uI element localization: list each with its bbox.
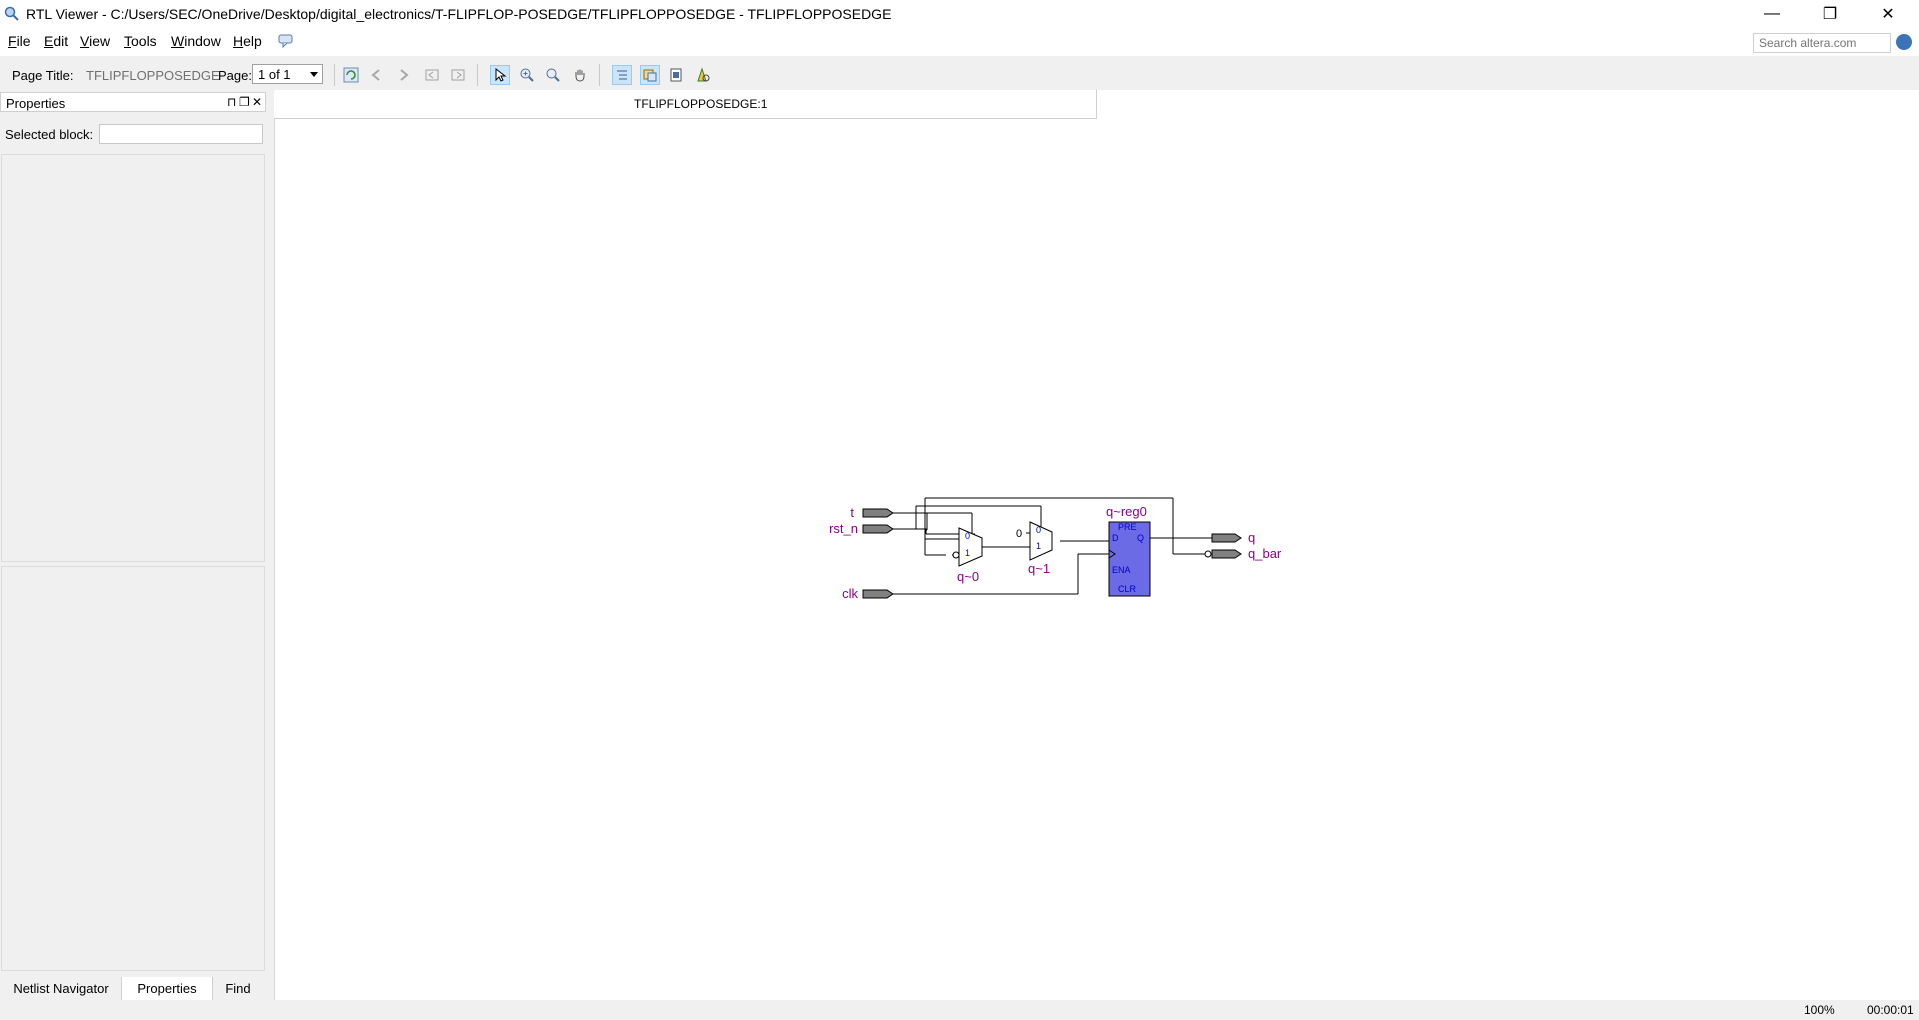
port-rst-n <box>862 524 894 534</box>
schematic-canvas[interactable]: 0 1 0 1 0 PRE D Q ENA CLR t rst_n clk q … <box>274 90 1919 1000</box>
status-bar: 100% 00:00:01 <box>0 1000 1919 1020</box>
elapsed-time: 00:00:01 <box>1867 1003 1914 1017</box>
menu-tools[interactable]: Tools <box>124 33 157 49</box>
window-title: RTL Viewer - C:/Users/SEC/OneDrive/Deskt… <box>26 6 892 22</box>
rtl-viewer-app-icon <box>4 6 19 21</box>
port-q <box>1211 533 1242 543</box>
forward-icon[interactable] <box>393 65 413 85</box>
restore-button[interactable]: ❐ <box>1801 0 1859 28</box>
refresh-icon[interactable] <box>341 65 361 85</box>
menu-bar: File Edit View Tools Window Help <box>0 28 1919 56</box>
float-icon[interactable]: ❐ <box>239 95 250 109</box>
title-bar: RTL Viewer - C:/Users/SEC/OneDrive/Deskt… <box>0 0 1919 28</box>
label-mux-q1: q~1 <box>1028 561 1050 576</box>
panel-tabs: Netlist Navigator Properties Find <box>0 977 270 1001</box>
mux-q1-in1: 1 <box>1036 541 1041 551</box>
properties-title: Properties <box>6 96 66 111</box>
label-q-reg0: q~reg0 <box>1106 504 1147 519</box>
globe-icon[interactable] <box>1896 34 1912 50</box>
reg-clr-pin: CLR <box>1118 584 1137 594</box>
properties-list <box>1 154 265 562</box>
mux-q1-in0: 0 <box>1036 525 1041 535</box>
previous-page-icon[interactable] <box>422 65 442 85</box>
mux-q1-const: 0 <box>1016 528 1022 540</box>
label-q-bar: q_bar <box>1248 546 1282 561</box>
properties-icon[interactable] <box>666 65 686 85</box>
label-t: t <box>850 505 854 520</box>
properties-header: Properties ⊓ ❐ ✕ <box>0 92 266 112</box>
zoom-level: 100% <box>1804 1003 1835 1017</box>
label-clk: clk <box>842 586 858 601</box>
properties-panel: Properties ⊓ ❐ ✕ Selected block: <box>0 92 268 975</box>
reg-q-pin: Q <box>1137 533 1144 543</box>
toolbar-separator <box>599 64 600 86</box>
label-rst-n: rst_n <box>829 521 858 536</box>
menu-view[interactable]: View <box>80 33 110 49</box>
menu-edit[interactable]: Edit <box>44 33 68 49</box>
menu-file[interactable]: File <box>8 33 31 49</box>
selected-block-label: Selected block: <box>5 127 94 142</box>
page-title-label: Page Title: <box>12 68 74 83</box>
document-tab[interactable]: TFLIPFLOPPOSEDGE:1 <box>274 90 1097 119</box>
register-q-reg0: PRE D Q ENA CLR <box>1108 521 1151 597</box>
search-input[interactable] <box>1753 33 1891 53</box>
toolbar-separator <box>334 64 335 86</box>
reg-pre-pin: PRE <box>1118 522 1137 532</box>
hand-tool-icon[interactable] <box>570 65 590 85</box>
mux-q1: 0 1 0 <box>1016 521 1053 561</box>
menu-help[interactable]: Help <box>233 33 262 49</box>
next-page-icon[interactable] <box>448 65 468 85</box>
chevron-down-icon <box>310 72 318 77</box>
rtl-schematic: 0 1 0 1 0 PRE D Q ENA CLR t rst_n clk q … <box>829 497 1282 601</box>
page-label: Page: <box>218 68 252 83</box>
tab-find[interactable]: Find <box>215 977 261 1000</box>
page-title-value: TFLIPFLOPPOSEDGE <box>86 68 220 83</box>
mux-q0-in0: 0 <box>965 531 970 541</box>
pin-icon[interactable]: ⊓ <box>227 95 236 109</box>
reg-d-pin: D <box>1112 533 1119 543</box>
hierarchy-list-icon[interactable] <box>612 65 632 85</box>
label-q: q <box>1248 530 1255 545</box>
find-icon[interactable] <box>693 65 713 85</box>
close-button[interactable]: ✕ <box>1859 0 1917 28</box>
back-icon[interactable] <box>367 65 387 85</box>
selected-block-field[interactable] <box>99 124 263 144</box>
menu-window[interactable]: Window <box>171 33 221 49</box>
port-q-bar <box>1204 549 1242 559</box>
netlist-navigator-icon[interactable] <box>640 65 660 85</box>
reg-ena-pin: ENA <box>1112 565 1131 575</box>
minimize-button[interactable]: — <box>1743 0 1801 28</box>
close-icon[interactable]: ✕ <box>252 95 262 109</box>
feedback-icon[interactable] <box>278 33 294 49</box>
properties-detail <box>1 566 265 971</box>
port-clk <box>862 589 894 599</box>
selection-tool-icon[interactable] <box>490 65 510 85</box>
port-t <box>862 508 894 518</box>
label-mux-q0: q~0 <box>957 569 979 584</box>
tab-properties[interactable]: Properties <box>121 977 213 1001</box>
fit-in-window-icon[interactable] <box>543 65 563 85</box>
mux-q0-in1: 1 <box>965 548 970 558</box>
page-select[interactable]: 1 of 1 <box>252 64 323 84</box>
page-select-value: 1 of 1 <box>258 67 291 82</box>
zoom-in-icon[interactable] <box>517 65 537 85</box>
tab-netlist-navigator[interactable]: Netlist Navigator <box>6 977 116 1000</box>
document-tab-title: TFLIPFLOPPOSEDGE:1 <box>634 97 768 111</box>
toolbar-separator <box>477 64 478 86</box>
